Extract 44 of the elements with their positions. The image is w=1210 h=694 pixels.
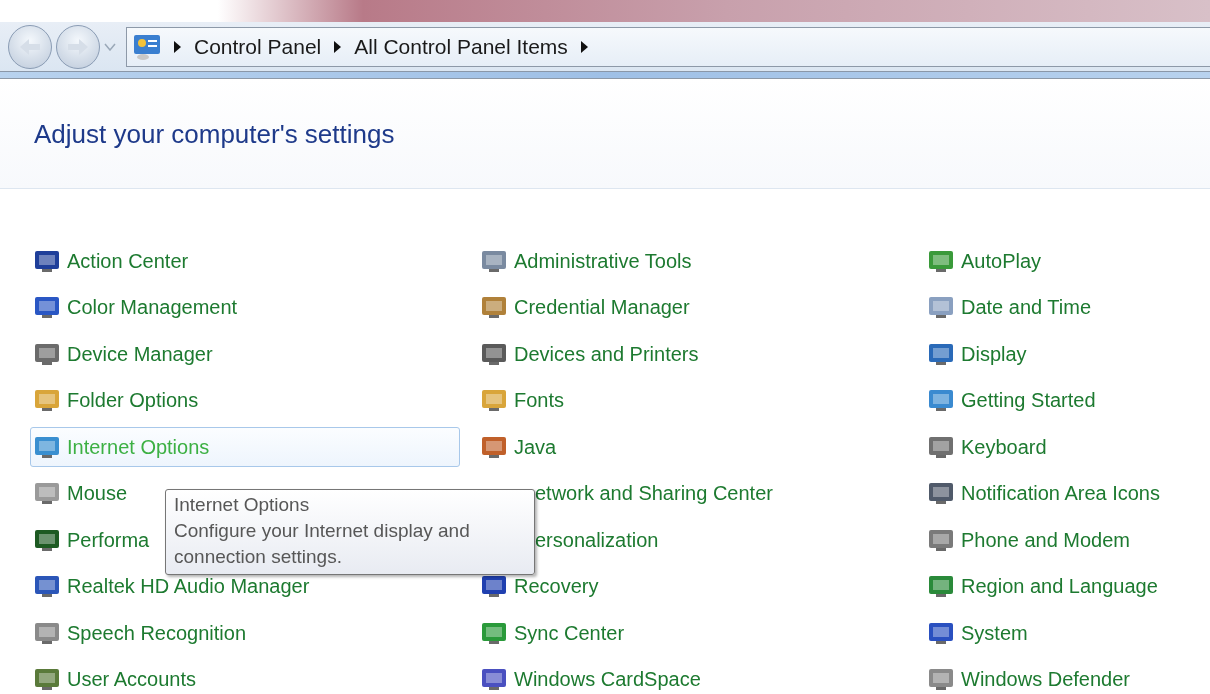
control-panel-link[interactable]: User Accounts [30,659,201,694]
control-panel-link[interactable]: Windows CardSpace [477,659,706,694]
back-arrow-icon [18,36,42,57]
control-panel-link[interactable]: Administrative Tools [477,241,697,282]
chevron-icon [579,39,589,54]
control-panel-link[interactable]: etwork and Sharing Center [477,473,778,514]
control-panel-link[interactable]: Recovery [477,566,604,607]
chevron-icon [333,39,343,54]
tooltip-text: Configure your Internet display and connection settings. [174,519,471,569]
control-panel-link[interactable]: Keyboard [924,427,1052,468]
control-panel-link[interactable]: Realtek HD Audio Manager [30,566,315,607]
control-panel-link[interactable]: Notification Area Icons [924,473,1165,514]
dropdown-icon[interactable] [104,42,116,51]
control-panel-link[interactable]: Display [924,334,1032,375]
forward-button[interactable] [56,24,100,69]
control-panel-link[interactable]: ersonalization [477,520,664,561]
control-panel-link[interactable]: Folder Options [30,380,204,421]
control-panel-link[interactable]: Phone and Modem [924,520,1135,561]
breadcrumb-item[interactable]: Control Panel [194,34,322,59]
control-panel-link[interactable]: Action Center [30,241,194,282]
chevron-icon [173,39,182,54]
control-panel-link[interactable]: Device Manager [30,334,218,375]
breadcrumb-item[interactable]: All Control Panel Items [354,34,568,59]
control-panel-icon [133,32,161,61]
control-panel-link[interactable]: Getting Started [924,380,1101,421]
page-title: Adjust your computer's settings [34,119,396,150]
control-panel-link[interactable]: Devices and Printers [477,334,704,375]
control-panel-link[interactable]: Speech Recognition [30,613,251,654]
control-panel-link[interactable]: Windows Defender [924,659,1135,694]
control-panel-link[interactable]: Java [477,427,562,468]
address-bar[interactable]: Control Panel All Control Panel Items [126,26,1210,67]
control-panel-link[interactable]: System [924,613,1033,654]
control-panel-link[interactable]: Mouse [30,473,133,514]
control-panel-link[interactable]: AutoPlay [924,241,1047,282]
forward-arrow-icon [66,36,90,57]
back-button[interactable] [8,24,52,69]
control-panel-link[interactable]: Region and Language [924,566,1163,607]
tooltip-title: Internet Options [174,493,311,517]
control-panel-link[interactable]: Date and Time [924,287,1097,328]
control-panel-link[interactable]: Performa [30,520,155,561]
control-panel-link[interactable]: Credential Manager [477,287,695,328]
control-panel-link[interactable]: Fonts [477,380,570,421]
control-panel-link[interactable]: Sync Center [477,613,630,654]
control-panel-link[interactable]: Color Management [30,287,243,328]
